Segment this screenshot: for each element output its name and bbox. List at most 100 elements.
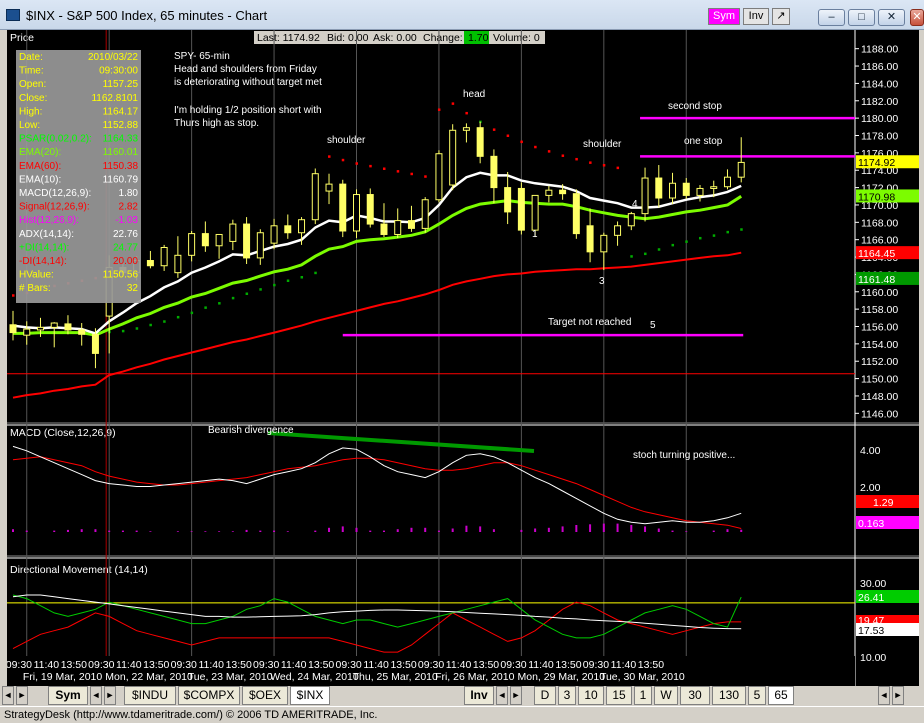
time-label: 11:40 [528, 659, 554, 671]
psar-dot [492, 128, 496, 131]
dmi-tag-adx: 17.53 [856, 623, 919, 637]
sym-prev-button[interactable]: ◄ [90, 686, 102, 705]
chart-area[interactable]: Last: 1174.92 Bid: 0.00 Ask: 0.00 Change… [6, 30, 919, 686]
candle-down [517, 187, 525, 231]
period-tab-10[interactable]: 10 [578, 686, 604, 705]
psar-dot [259, 288, 262, 291]
time-label: 11:40 [116, 659, 142, 671]
sym-toggle-button[interactable]: Sym [708, 8, 740, 25]
psar-dot [135, 327, 139, 330]
note-line-6: Thurs high as stop. [174, 118, 259, 129]
psar-dot [149, 323, 152, 327]
period-tab-3[interactable]: 3 [558, 686, 576, 705]
psar-dot [245, 292, 249, 296]
close-window-button[interactable]: ✕ [910, 9, 924, 26]
price-tag-label: 1170.98 [858, 191, 895, 203]
data-window-value: 1160.79 [103, 174, 139, 185]
psar-dot [328, 155, 331, 158]
inv-tab[interactable]: Inv [464, 686, 494, 705]
time-label: 11:40 [446, 659, 472, 671]
candle-down [559, 189, 567, 195]
period-tab-65[interactable]: 65 [768, 686, 794, 705]
page-next-button[interactable]: ► [892, 686, 904, 705]
macd-panel-title: MACD (Close,12,26,9) [10, 427, 116, 439]
data-window-value: 1150.38 [103, 161, 139, 172]
data-window[interactable]: Date: 2010/03/22 Time: 09:30:00 Open: 1157.25… [16, 50, 141, 303]
price-tick-label: 1188.00 [861, 44, 898, 56]
psar-dot [712, 234, 716, 237]
candle-up [188, 233, 196, 256]
quote-ask: Ask: 0.00 [373, 32, 417, 44]
period-tab-d[interactable]: D [534, 686, 556, 705]
scroll-right-button[interactable]: ► [16, 686, 28, 705]
time-label: 11:40 [363, 659, 389, 671]
time-label: 09:30 [7, 659, 32, 671]
day-label: Mon, 22 Mar, 2010 [105, 671, 193, 683]
price-tag-label: 1164.45 [858, 248, 895, 260]
macd-note-divergence: Bearish divergence [208, 425, 294, 436]
popout-icon[interactable]: ↗ [772, 8, 790, 25]
psar-dot [616, 166, 620, 170]
price-tick-label: 1146.00 [861, 408, 898, 420]
day-label: Mon, 29 Mar, 2010 [518, 671, 606, 683]
wave-label-5: 5 [650, 320, 656, 331]
data-window-label: Open: [19, 79, 46, 90]
price-tick-label: 1156.00 [861, 322, 898, 334]
psar-dot [644, 252, 647, 256]
period-tab-15[interactable]: 15 [606, 686, 632, 705]
day-label: Fri, 19 Mar, 2010 [23, 671, 103, 683]
data-window-label: Time: [19, 66, 44, 77]
scroll-left-button[interactable]: ◄ [2, 686, 14, 705]
title-bar[interactable]: $INX - S&P 500 Index, 65 minutes - Chart… [0, 0, 924, 30]
psar-dot [520, 140, 523, 144]
psar-dot [369, 164, 372, 168]
sym-tab[interactable]: Sym [48, 686, 88, 705]
dmi-tag-plus-label: 26.41 [858, 592, 884, 604]
chart-canvas[interactable]: Last: 1174.92 Bid: 0.00 Ask: 0.00 Change… [6, 30, 919, 686]
symbol-tab-compx[interactable]: $COMPX [178, 686, 240, 705]
candle-up [710, 186, 718, 189]
sym-next-button[interactable]: ► [104, 686, 116, 705]
candle-up [723, 176, 731, 188]
period-prev-button[interactable]: ◄ [496, 686, 508, 705]
candle-down [586, 225, 594, 253]
data-window-label: EMA(20): [19, 147, 61, 158]
label-head: head [463, 89, 485, 100]
data-window-label: Low: [19, 120, 40, 131]
minimize-button[interactable]: – [818, 9, 845, 26]
psar-dot [355, 162, 358, 165]
psar-dot [671, 243, 675, 247]
time-axis[interactable]: 09:30 11:40 13:50 09:30 11:40 13:50 09:30 11:40… [6, 656, 855, 686]
macd-tag-signal-label: 1.29 [873, 497, 894, 509]
period-next-button[interactable]: ► [510, 686, 522, 705]
dmi-tick-30: 30.00 [860, 578, 886, 590]
data-window-label: Date: [19, 52, 43, 63]
label-right-shoulder: shoulder [583, 139, 622, 150]
symbol-tab-indu[interactable]: $INDU [124, 686, 176, 705]
symbol-tab-oex[interactable]: $OEX [242, 686, 288, 705]
candle-up [353, 194, 360, 232]
maximize-button[interactable]: □ [848, 9, 875, 26]
psar-dot [314, 271, 317, 275]
period-tab-130[interactable]: 130 [712, 686, 746, 705]
candle-down [243, 223, 251, 259]
time-label: 13:50 [390, 659, 416, 671]
price-tick-label: 1158.00 [861, 304, 898, 316]
data-window-value: 1160.01 [103, 147, 139, 158]
data-window-value: 1.80 [119, 188, 139, 199]
candle-up [160, 246, 168, 267]
app-icon [6, 9, 20, 21]
candle-down [655, 177, 663, 199]
period-tab-1[interactable]: 1 [634, 686, 652, 705]
period-tab-w[interactable]: W [654, 686, 678, 705]
page-prev-button[interactable]: ◄ [878, 686, 890, 705]
period-tab-5[interactable]: 5 [748, 686, 766, 705]
candle-down [380, 223, 388, 235]
symbol-tab-inx[interactable]: $INX [290, 686, 330, 705]
label-second-stop: second stop [668, 101, 722, 112]
inv-toggle-button[interactable]: Inv [743, 8, 769, 25]
note-line-2: Head and shoulders from Friday [174, 64, 317, 75]
candle-up [614, 225, 622, 236]
close-chart-button[interactable]: ✕ [878, 9, 905, 26]
period-tab-30[interactable]: 30 [680, 686, 710, 705]
